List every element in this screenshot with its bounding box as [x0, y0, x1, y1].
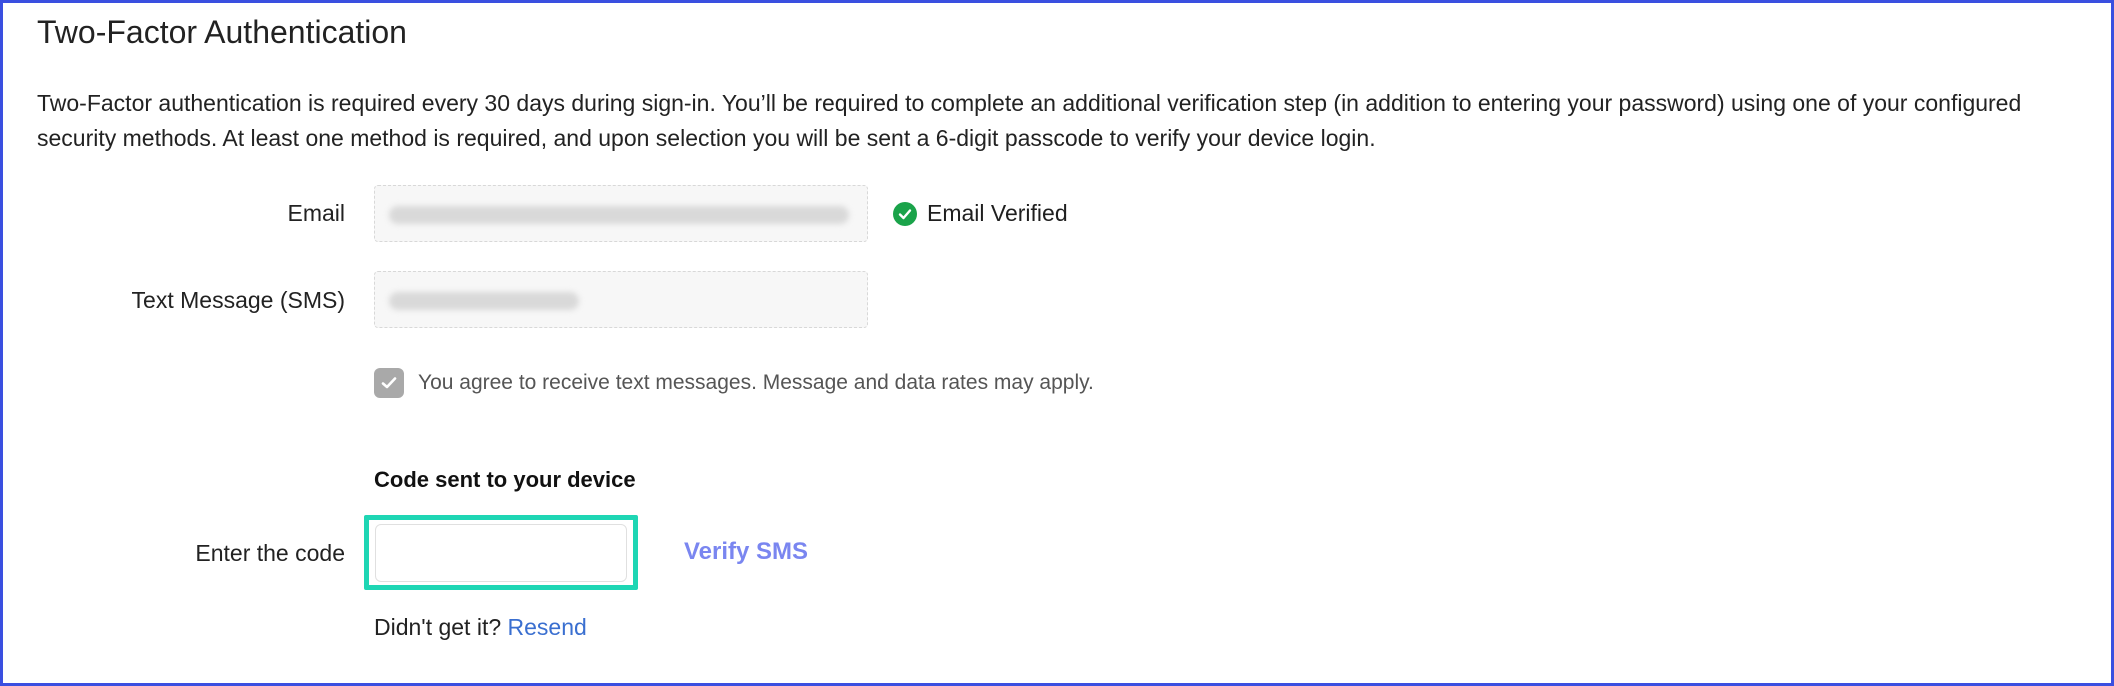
code-label: Enter the code	[195, 540, 345, 566]
code-input-highlight	[364, 515, 638, 590]
didnt-get-text: Didn't get it?	[374, 614, 502, 640]
resend-link[interactable]: Resend	[508, 614, 587, 640]
consent-text: You agree to receive text messages. Mess…	[418, 371, 1094, 394]
email-label: Email	[287, 200, 345, 226]
email-field[interactable]	[374, 185, 868, 242]
checkmark-icon	[381, 377, 397, 389]
resend-line: Didn't get it? Resend	[374, 614, 587, 641]
sms-label: Text Message (SMS)	[131, 287, 345, 313]
verify-sms-button[interactable]: Verify SMS	[684, 538, 808, 566]
consent-checkbox[interactable]	[374, 368, 404, 398]
code-input[interactable]	[375, 523, 627, 582]
check-circle-icon	[893, 201, 917, 226]
sms-field[interactable]	[374, 271, 868, 328]
email-verified-text: Email Verified	[927, 200, 1068, 226]
email-verified-status: Email Verified	[893, 200, 1068, 227]
email-value-redacted	[389, 206, 849, 224]
section-title: Two-Factor Authentication	[37, 14, 407, 50]
code-sent-heading: Code sent to your device	[374, 467, 636, 492]
section-description: Two-Factor authentication is required ev…	[37, 90, 2022, 151]
sms-value-redacted	[389, 292, 579, 310]
sms-consent: You agree to receive text messages. Mess…	[374, 368, 1094, 398]
